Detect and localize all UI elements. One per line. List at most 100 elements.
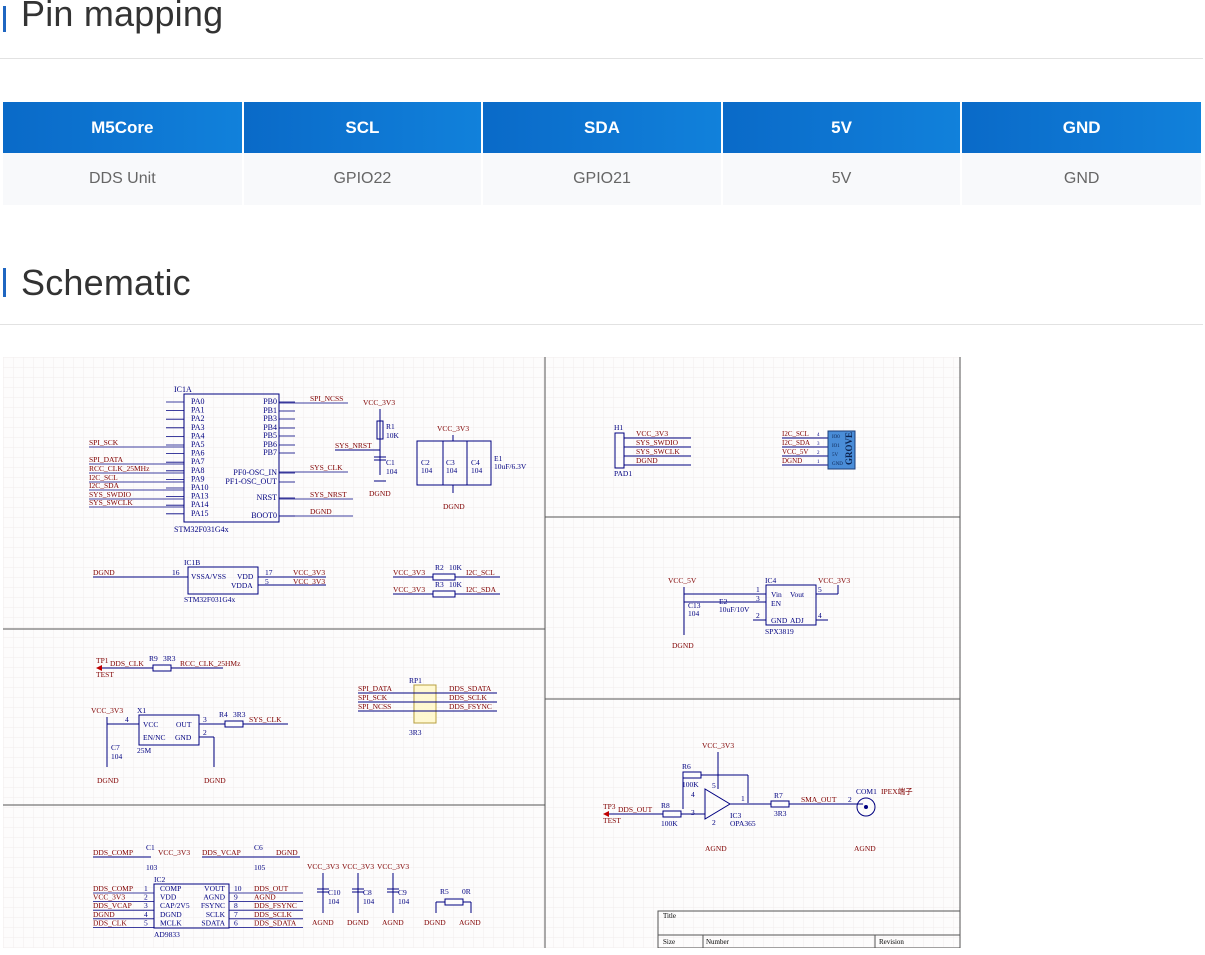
pin-label: PF0-OSC_IN — [233, 468, 277, 477]
svg-text:GND: GND — [771, 616, 788, 625]
ground-label: AGND — [312, 918, 334, 927]
svg-text:DGND: DGND — [204, 776, 226, 785]
svg-text:R7: R7 — [774, 791, 783, 800]
svg-text:3: 3 — [203, 715, 207, 724]
svg-text:PAD1: PAD1 — [614, 469, 632, 478]
svg-text:2: 2 — [848, 795, 852, 804]
svg-text:AGND: AGND — [854, 844, 876, 853]
svg-text:SYS_NRST: SYS_NRST — [335, 441, 372, 450]
svg-text:104: 104 — [471, 466, 483, 475]
svg-text:VDDA: VDDA — [231, 581, 253, 590]
ic1a-part: STM32F031G4x — [174, 525, 229, 534]
svg-text:Size: Size — [663, 938, 675, 946]
svg-text:104: 104 — [111, 752, 123, 761]
svg-text:VCC_3V3: VCC_3V3 — [702, 741, 734, 750]
svg-text:DGND: DGND — [636, 456, 658, 465]
svg-text:VCC_3V3: VCC_3V3 — [636, 429, 668, 438]
ground-label: DGND — [347, 918, 369, 927]
svg-text:104: 104 — [446, 466, 458, 475]
pin-number: 5 — [144, 918, 148, 927]
svg-text:DDS_CLK: DDS_CLK — [110, 659, 144, 668]
svg-text:VCC_3V3: VCC_3V3 — [818, 576, 850, 585]
table-cell: GPIO21 — [482, 153, 723, 205]
pin-label: MCLK — [160, 918, 182, 927]
pin-label: SDATA — [201, 918, 225, 927]
svg-text:EN: EN — [771, 599, 782, 608]
svg-text:EN/NC: EN/NC — [143, 733, 166, 742]
pin-number: 6 — [234, 918, 238, 927]
svg-text:OUT: OUT — [176, 720, 192, 729]
svg-text:STM32F031G4x: STM32F031G4x — [184, 595, 236, 604]
svg-text:1: 1 — [756, 585, 760, 594]
table-header-cell: GND — [961, 102, 1201, 153]
schematic-drawing: IC1A STM32F031G4x PA0PA1PA2PA3PA4PA5PA6P… — [3, 357, 961, 948]
svg-text:VCC: VCC — [143, 720, 158, 729]
table-header-cell: M5Core — [3, 102, 244, 153]
component-value: 104 — [328, 897, 340, 906]
table-cell: 5V — [721, 153, 963, 205]
svg-text:SPI_SCK: SPI_SCK — [358, 693, 388, 702]
svg-text:Title: Title — [663, 912, 676, 920]
pin-mapping-table: M5Core SCL SDA 5V GND DDS Unit GPIO22 GP… — [3, 102, 1201, 205]
svg-text:RCC_CLK_25HMz: RCC_CLK_25HMz — [180, 659, 241, 668]
svg-text:16: 16 — [172, 568, 180, 577]
svg-text:R2: R2 — [435, 563, 444, 572]
svg-text:VCC_3V3: VCC_3V3 — [393, 585, 425, 594]
svg-text:TP3: TP3 — [603, 802, 616, 811]
pin-label: PB5 — [263, 431, 277, 440]
svg-text:GROVE: GROVE — [844, 432, 854, 465]
svg-text:DDS_VCAP: DDS_VCAP — [202, 848, 241, 857]
svg-text:H1: H1 — [614, 423, 623, 432]
component-ref: C9 — [398, 888, 407, 897]
svg-text:2: 2 — [203, 728, 207, 737]
ic1a-ref: IC1A — [174, 385, 192, 394]
svg-text:DDS_SDATA: DDS_SDATA — [449, 684, 492, 693]
svg-text:R9: R9 — [149, 654, 158, 663]
svg-text:I2C_SCL: I2C_SCL — [466, 568, 495, 577]
svg-text:DGND: DGND — [276, 848, 298, 857]
svg-text:X1: X1 — [137, 706, 146, 715]
svg-text:Revision: Revision — [879, 938, 904, 946]
svg-text:VCC_3V3: VCC_3V3 — [363, 398, 395, 407]
svg-text:VCC_3V3: VCC_3V3 — [393, 568, 425, 577]
svg-text:4: 4 — [691, 790, 695, 799]
svg-text:SPX3819: SPX3819 — [765, 627, 794, 636]
svg-text:C7: C7 — [111, 743, 120, 752]
component-value: 104 — [363, 897, 375, 906]
svg-text:SMA_OUT: SMA_OUT — [801, 795, 837, 804]
pin-label: BOOT0 — [251, 511, 277, 520]
ground-label: AGND — [382, 918, 404, 927]
pin-label: PA15 — [191, 509, 209, 518]
svg-text:TEST: TEST — [96, 670, 114, 679]
svg-text:DGND: DGND — [93, 568, 115, 577]
net-label: VCC_3V3 — [377, 862, 409, 871]
svg-text:AD9833: AD9833 — [154, 930, 180, 939]
svg-text:105: 105 — [254, 863, 266, 872]
svg-text:100K: 100K — [661, 819, 678, 828]
svg-text:GND: GND — [175, 733, 192, 742]
table-header-cell: SDA — [482, 102, 723, 153]
table-header-row: M5Core SCL SDA 5V GND — [3, 102, 1201, 153]
svg-text:DDS_FSYNC: DDS_FSYNC — [449, 702, 492, 711]
svg-text:R4: R4 — [219, 710, 228, 719]
net-label: RCC_CLK_25MHz — [89, 464, 150, 473]
svg-text:4: 4 — [818, 611, 822, 620]
svg-text:3R3: 3R3 — [774, 809, 787, 818]
pin-label: PB3 — [263, 414, 277, 423]
svg-text:DGND: DGND — [369, 489, 391, 498]
svg-text:DGND: DGND — [672, 641, 694, 650]
svg-text:IPEX端子: IPEX端子 — [881, 786, 913, 796]
svg-text:SYS_SWCLK: SYS_SWCLK — [636, 447, 680, 456]
svg-text:DGND: DGND — [443, 502, 465, 511]
svg-text:AGND: AGND — [459, 918, 481, 927]
svg-text:DDS_COMP: DDS_COMP — [93, 848, 133, 857]
svg-text:104: 104 — [688, 609, 700, 618]
svg-text:DGND: DGND — [424, 918, 446, 927]
svg-text:104: 104 — [386, 467, 398, 476]
component-ref: C8 — [363, 888, 372, 897]
pin-label: NRST — [257, 493, 278, 502]
svg-text:IO1: IO1 — [832, 444, 840, 449]
net-label: DGND — [310, 507, 332, 516]
svg-text:5V: 5V — [832, 453, 839, 458]
svg-text:TEST: TEST — [603, 816, 621, 825]
